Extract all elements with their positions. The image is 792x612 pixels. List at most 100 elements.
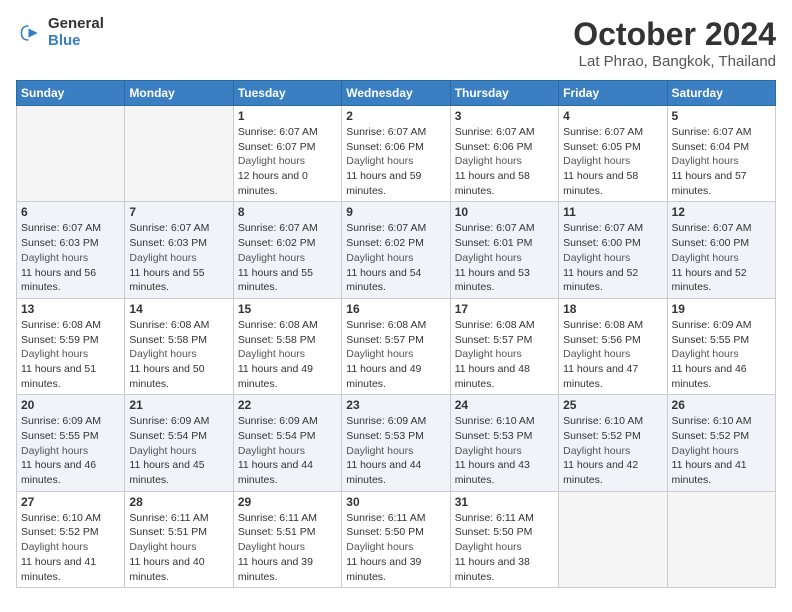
sunset-label: Sunset: 6:07 PM [238, 141, 316, 153]
sunset-label: Sunset: 5:53 PM [455, 430, 533, 442]
day-number: 26 [672, 398, 771, 412]
calendar-cell: 19 Sunrise: 6:09 AM Sunset: 5:55 PM Dayl… [667, 298, 775, 394]
daylight-label: Daylight hours [563, 252, 630, 264]
daylight-value: 11 hours and 56 minutes. [21, 267, 96, 294]
day-number: 10 [455, 205, 554, 219]
calendar-week-row: 6 Sunrise: 6:07 AM Sunset: 6:03 PM Dayli… [17, 202, 776, 298]
sunrise-label: Sunrise: 6:11 AM [129, 512, 208, 524]
day-info: Sunrise: 6:08 AM Sunset: 5:57 PM Dayligh… [346, 318, 445, 391]
daylight-label: Daylight hours [563, 348, 630, 360]
sunset-label: Sunset: 6:06 PM [455, 141, 533, 153]
daylight-label: Daylight hours [455, 541, 522, 553]
calendar-cell: 20 Sunrise: 6:09 AM Sunset: 5:55 PM Dayl… [17, 395, 125, 491]
daylight-value: 11 hours and 47 minutes. [563, 363, 638, 390]
day-info: Sunrise: 6:07 AM Sunset: 6:02 PM Dayligh… [238, 221, 337, 294]
logo-line1: General [48, 16, 104, 33]
calendar-cell: 12 Sunrise: 6:07 AM Sunset: 6:00 PM Dayl… [667, 202, 775, 298]
day-number: 6 [21, 205, 120, 219]
calendar-cell: 18 Sunrise: 6:08 AM Sunset: 5:56 PM Dayl… [559, 298, 667, 394]
sunset-label: Sunset: 5:53 PM [346, 430, 424, 442]
sunset-label: Sunset: 6:02 PM [346, 237, 424, 249]
sunset-label: Sunset: 5:54 PM [238, 430, 316, 442]
sunrise-label: Sunrise: 6:09 AM [129, 415, 209, 427]
daylight-label: Daylight hours [238, 155, 305, 167]
calendar-cell: 14 Sunrise: 6:08 AM Sunset: 5:58 PM Dayl… [125, 298, 233, 394]
daylight-label: Daylight hours [238, 252, 305, 264]
day-info: Sunrise: 6:10 AM Sunset: 5:52 PM Dayligh… [21, 511, 120, 584]
sunrise-label: Sunrise: 6:08 AM [21, 319, 101, 331]
daylight-label: Daylight hours [238, 348, 305, 360]
sunrise-label: Sunrise: 6:09 AM [346, 415, 426, 427]
day-info: Sunrise: 6:08 AM Sunset: 5:57 PM Dayligh… [455, 318, 554, 391]
sunrise-label: Sunrise: 6:11 AM [346, 512, 425, 524]
sunrise-label: Sunrise: 6:07 AM [563, 222, 643, 234]
sunset-label: Sunset: 5:58 PM [238, 334, 316, 346]
daylight-value: 11 hours and 44 minutes. [238, 459, 313, 486]
sunrise-label: Sunrise: 6:07 AM [129, 222, 209, 234]
day-number: 1 [238, 109, 337, 123]
sunset-label: Sunset: 5:56 PM [563, 334, 641, 346]
day-info: Sunrise: 6:07 AM Sunset: 6:06 PM Dayligh… [455, 125, 554, 198]
day-number: 7 [129, 205, 228, 219]
calendar-cell: 23 Sunrise: 6:09 AM Sunset: 5:53 PM Dayl… [342, 395, 450, 491]
day-number: 18 [563, 302, 662, 316]
sunrise-label: Sunrise: 6:07 AM [672, 126, 752, 138]
sunrise-label: Sunrise: 6:10 AM [455, 415, 535, 427]
sunset-label: Sunset: 6:06 PM [346, 141, 424, 153]
daylight-label: Daylight hours [672, 155, 739, 167]
weekday-header: Sunday [17, 81, 125, 106]
sunset-label: Sunset: 5:52 PM [672, 430, 750, 442]
day-info: Sunrise: 6:10 AM Sunset: 5:52 PM Dayligh… [563, 414, 662, 487]
day-info: Sunrise: 6:09 AM Sunset: 5:55 PM Dayligh… [21, 414, 120, 487]
daylight-label: Daylight hours [563, 445, 630, 457]
day-number: 28 [129, 495, 228, 509]
day-info: Sunrise: 6:07 AM Sunset: 6:02 PM Dayligh… [346, 221, 445, 294]
daylight-value: 11 hours and 38 minutes. [455, 556, 530, 583]
sunset-label: Sunset: 5:54 PM [129, 430, 207, 442]
daylight-value: 11 hours and 46 minutes. [672, 363, 747, 390]
daylight-label: Daylight hours [455, 445, 522, 457]
calendar-cell: 24 Sunrise: 6:10 AM Sunset: 5:53 PM Dayl… [450, 395, 558, 491]
day-number: 27 [21, 495, 120, 509]
calendar-cell: 15 Sunrise: 6:08 AM Sunset: 5:58 PM Dayl… [233, 298, 341, 394]
day-number: 29 [238, 495, 337, 509]
month-title: October 2024 [573, 16, 776, 53]
day-number: 21 [129, 398, 228, 412]
sunset-label: Sunset: 6:00 PM [563, 237, 641, 249]
calendar-cell [559, 491, 667, 587]
calendar-cell: 8 Sunrise: 6:07 AM Sunset: 6:02 PM Dayli… [233, 202, 341, 298]
day-info: Sunrise: 6:07 AM Sunset: 6:03 PM Dayligh… [129, 221, 228, 294]
day-number: 16 [346, 302, 445, 316]
sunrise-label: Sunrise: 6:07 AM [346, 222, 426, 234]
sunset-label: Sunset: 5:50 PM [455, 526, 533, 538]
day-info: Sunrise: 6:09 AM Sunset: 5:54 PM Dayligh… [238, 414, 337, 487]
daylight-value: 11 hours and 40 minutes. [129, 556, 204, 583]
sunrise-label: Sunrise: 6:10 AM [563, 415, 643, 427]
calendar-cell: 1 Sunrise: 6:07 AM Sunset: 6:07 PM Dayli… [233, 106, 341, 202]
daylight-label: Daylight hours [129, 541, 196, 553]
daylight-label: Daylight hours [21, 252, 88, 264]
weekday-header: Wednesday [342, 81, 450, 106]
daylight-label: Daylight hours [672, 445, 739, 457]
calendar-cell: 29 Sunrise: 6:11 AM Sunset: 5:51 PM Dayl… [233, 491, 341, 587]
sunrise-label: Sunrise: 6:07 AM [238, 126, 318, 138]
daylight-label: Daylight hours [129, 445, 196, 457]
day-info: Sunrise: 6:07 AM Sunset: 6:04 PM Dayligh… [672, 125, 771, 198]
day-info: Sunrise: 6:07 AM Sunset: 6:05 PM Dayligh… [563, 125, 662, 198]
daylight-label: Daylight hours [346, 155, 413, 167]
calendar-cell: 2 Sunrise: 6:07 AM Sunset: 6:06 PM Dayli… [342, 106, 450, 202]
calendar-cell: 21 Sunrise: 6:09 AM Sunset: 5:54 PM Dayl… [125, 395, 233, 491]
day-info: Sunrise: 6:10 AM Sunset: 5:53 PM Dayligh… [455, 414, 554, 487]
calendar-cell: 9 Sunrise: 6:07 AM Sunset: 6:02 PM Dayli… [342, 202, 450, 298]
day-number: 31 [455, 495, 554, 509]
day-info: Sunrise: 6:07 AM Sunset: 6:03 PM Dayligh… [21, 221, 120, 294]
daylight-value: 11 hours and 44 minutes. [346, 459, 421, 486]
day-info: Sunrise: 6:07 AM Sunset: 6:01 PM Dayligh… [455, 221, 554, 294]
calendar-cell: 31 Sunrise: 6:11 AM Sunset: 5:50 PM Dayl… [450, 491, 558, 587]
logo-icon [16, 19, 44, 47]
daylight-label: Daylight hours [455, 252, 522, 264]
daylight-label: Daylight hours [21, 445, 88, 457]
sunrise-label: Sunrise: 6:07 AM [455, 126, 535, 138]
sunset-label: Sunset: 6:05 PM [563, 141, 641, 153]
calendar-cell: 4 Sunrise: 6:07 AM Sunset: 6:05 PM Dayli… [559, 106, 667, 202]
